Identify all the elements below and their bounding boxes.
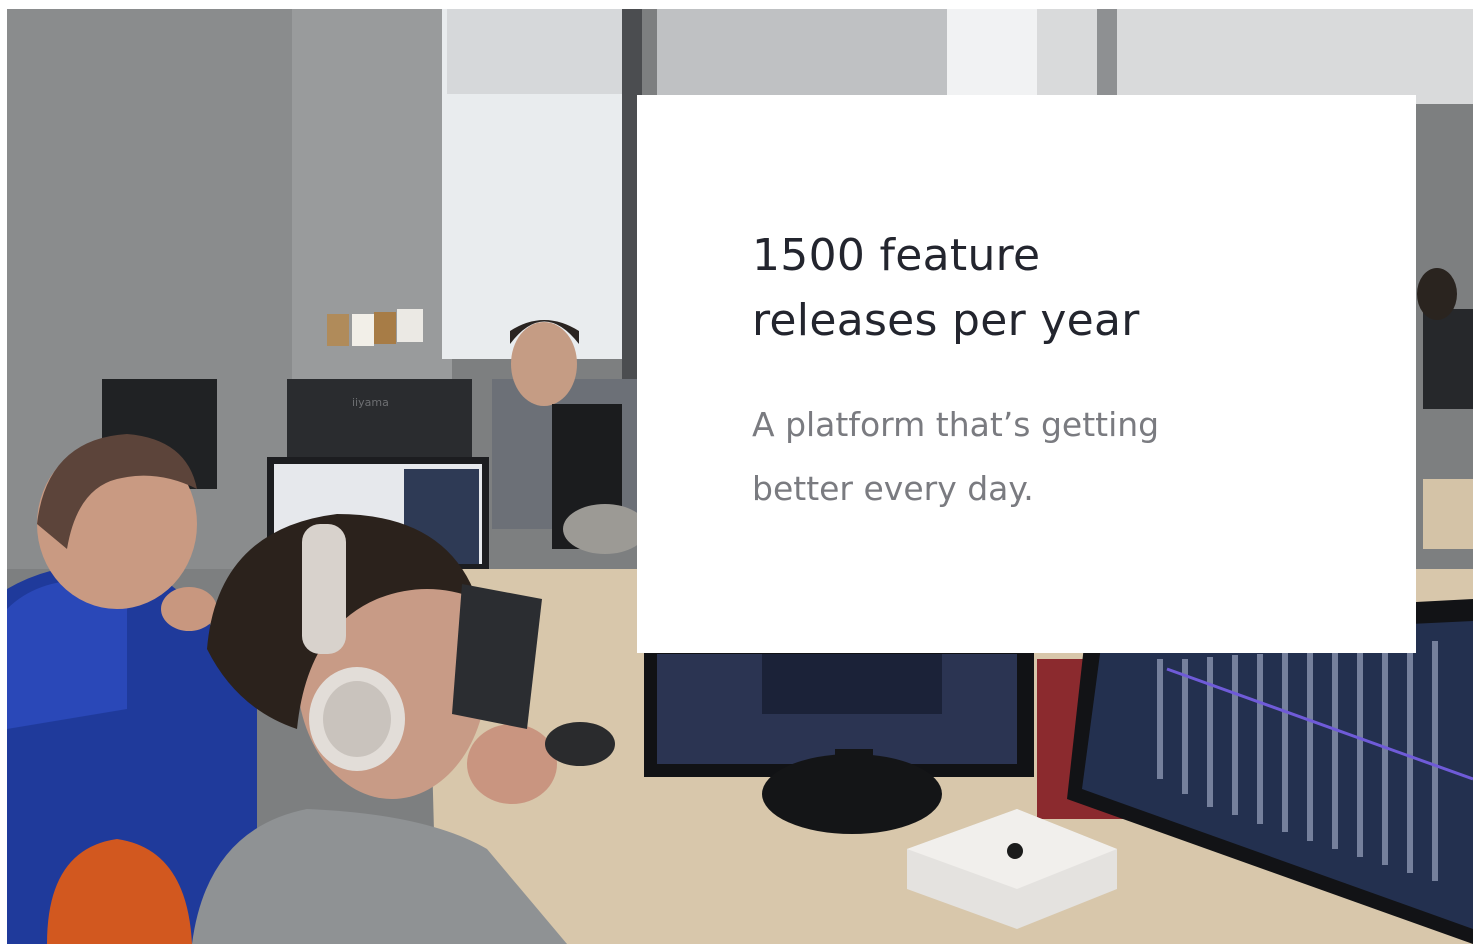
subtext-line-1: A platform that’s getting (752, 405, 1160, 444)
card-subtext: A platform that’s getting better every d… (752, 393, 1312, 521)
headline-line-2: releases per year (752, 295, 1140, 346)
subtext-line-2: better every day. (752, 469, 1034, 508)
feature-card: 1500 feature releases per year A platfor… (637, 95, 1416, 653)
headline-line-1: 1500 feature (752, 230, 1041, 281)
card-headline: 1500 feature releases per year (752, 223, 1312, 353)
monitor-brand-text: iiyama (352, 396, 389, 409)
